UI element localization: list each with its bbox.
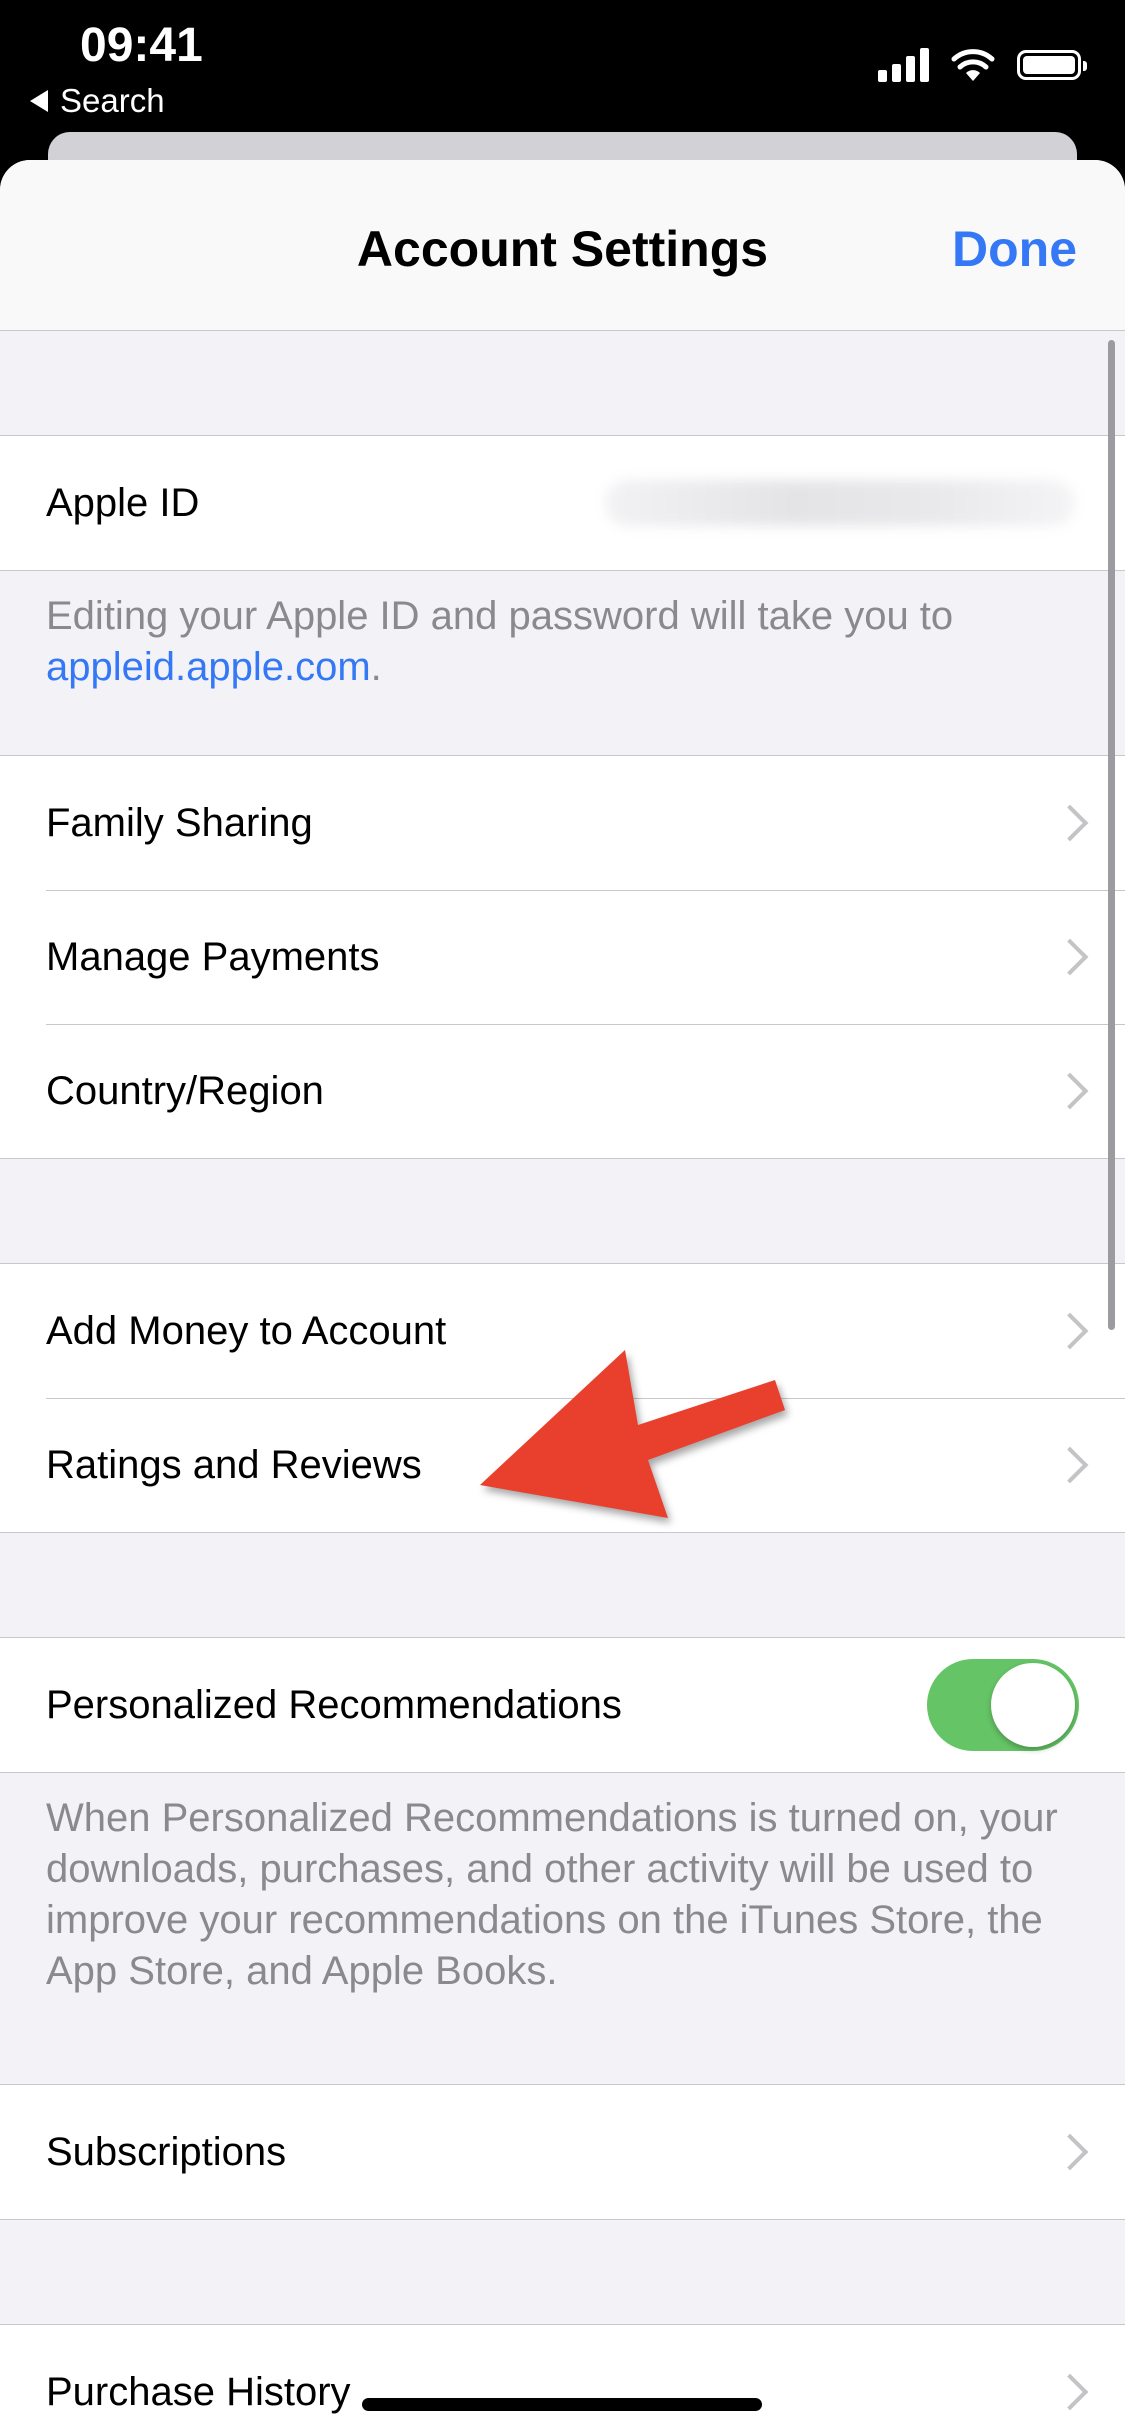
personalized-footer: When Personalized Recommendations is tur… bbox=[46, 1796, 1058, 1993]
personalized-group: Personalized Recommendations bbox=[0, 1637, 1125, 1773]
apple-id-value-blurred bbox=[605, 480, 1075, 526]
status-icons bbox=[878, 48, 1087, 82]
apple-id-footer: Editing your Apple ID and password will … bbox=[46, 594, 954, 689]
ratings-reviews-row[interactable]: Ratings and Reviews bbox=[0, 1398, 1125, 1532]
apple-id-label: Apple ID bbox=[46, 480, 200, 525]
personalized-toggle[interactable] bbox=[927, 1659, 1079, 1751]
status-time: 09:41 bbox=[80, 19, 203, 72]
apple-id-row[interactable]: Apple ID bbox=[0, 436, 1125, 570]
home-indicator bbox=[362, 2398, 762, 2411]
money-group: Add Money to Account Ratings and Reviews bbox=[0, 1263, 1125, 1533]
purchase-history-group: Purchase History bbox=[0, 2324, 1125, 2436]
back-label: Search bbox=[60, 82, 165, 119]
back-to-search[interactable]: Search bbox=[30, 82, 165, 120]
nav-bar: Account Settings Done bbox=[0, 160, 1125, 331]
appleid-link[interactable]: appleid.apple.com bbox=[46, 645, 371, 689]
purchase-history-row[interactable]: Purchase History bbox=[0, 2325, 1125, 2436]
status-bar: 09:41 Search bbox=[0, 0, 1125, 140]
add-money-row[interactable]: Add Money to Account bbox=[0, 1264, 1125, 1398]
country-region-row[interactable]: Country/Region bbox=[0, 1024, 1125, 1158]
scroll-indicator bbox=[1108, 340, 1115, 1330]
chevron-right-icon bbox=[1051, 2373, 1089, 2411]
account-settings-sheet: Account Settings Done Apple ID Editing y… bbox=[0, 160, 1125, 2436]
battery-icon bbox=[1017, 50, 1087, 80]
back-triangle-icon bbox=[30, 90, 48, 112]
account-group: Family Sharing Manage Payments Country/R… bbox=[0, 755, 1125, 1159]
subscriptions-group: Subscriptions bbox=[0, 2084, 1125, 2220]
chevron-right-icon bbox=[1051, 938, 1089, 976]
chevron-right-icon bbox=[1051, 804, 1089, 842]
personalized-row: Personalized Recommendations bbox=[0, 1638, 1125, 1772]
toggle-knob bbox=[991, 1663, 1075, 1747]
chevron-right-icon bbox=[1051, 1312, 1089, 1350]
subscriptions-row[interactable]: Subscriptions bbox=[0, 2085, 1125, 2219]
chevron-right-icon bbox=[1051, 2133, 1089, 2171]
chevron-right-icon bbox=[1051, 1446, 1089, 1484]
family-sharing-row[interactable]: Family Sharing bbox=[0, 756, 1125, 890]
done-button[interactable]: Done bbox=[952, 220, 1077, 278]
apple-id-group: Apple ID bbox=[0, 435, 1125, 571]
signal-icon bbox=[878, 48, 929, 82]
manage-payments-row[interactable]: Manage Payments bbox=[0, 890, 1125, 1024]
wifi-icon bbox=[951, 49, 995, 81]
chevron-right-icon bbox=[1051, 1072, 1089, 1110]
